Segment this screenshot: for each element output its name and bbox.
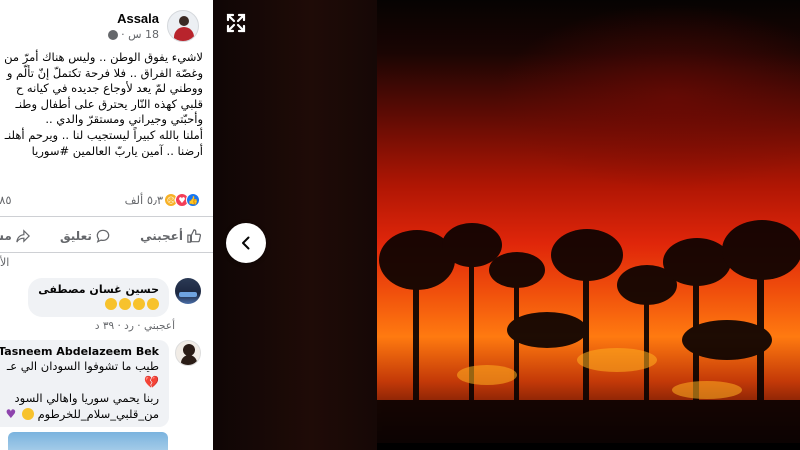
post-line: وغصّة الفراق .. فلا فرحة تكتملّ إنّ تألّ… <box>6 65 203 80</box>
chevron-left-icon <box>242 236 250 250</box>
post-line: قلبي كهذه النّار يحترق على أطفال وطنـ <box>15 96 203 111</box>
author-avatar[interactable] <box>167 10 199 42</box>
comment-bubble: حسين غسان مصطفى <box>28 278 169 317</box>
comment-bubble: Tasneem Abdelazeem Bek طيب ما تشوفوا الس… <box>0 340 169 427</box>
post-time-row: 18 س · <box>108 28 159 41</box>
post-line: أملنا بالله كبيراً ليستجيب لنا .. ويرحم … <box>4 127 203 142</box>
post-line: وأحبّتي وجيراني ومستقرّ والدي .. <box>45 112 203 127</box>
comment-meta[interactable]: أعجبني · رد · ٣٩ د <box>28 320 175 332</box>
reactions-summary: ٤٨٥ تعليـ ٥٫٣ ألف ☹ ♥ 👍 <box>0 191 200 209</box>
post-header: Assala 18 س · <box>108 10 199 42</box>
broken-heart-icon: 💔 <box>144 375 159 389</box>
sad-face-icon <box>105 298 117 310</box>
commenter-name[interactable]: حسين غسان مصطفى <box>38 283 159 296</box>
post-line: لاشيء يفوق الوطن .. وليس هناك أمرّ من <box>4 50 203 64</box>
photo-viewer <box>213 0 800 450</box>
comment-line: طيب ما تشوفوا السودان الي عـ <box>6 359 159 373</box>
post-actions: أعجبني تعليق مشـ <box>0 224 207 248</box>
like-label: أعجبني <box>140 229 183 243</box>
fullscreen-icon[interactable] <box>221 8 251 38</box>
author-meta: Assala 18 س · <box>108 11 159 41</box>
like-button[interactable]: أعجبني <box>134 227 207 245</box>
commenter-name[interactable]: Tasneem Abdelazeem Bek <box>0 345 159 358</box>
sad-face-icon <box>119 298 131 310</box>
comment-label: تعليق <box>59 229 92 243</box>
divider <box>0 252 213 253</box>
sad-face-icon <box>21 408 34 420</box>
comment-emojis <box>38 296 159 312</box>
purple-heart-icon: ♥ <box>5 407 17 421</box>
thumbs-up-icon <box>187 229 201 243</box>
post-text: لاشيء يفوق الوطن .. وليس هناك أمرّ من وغ… <box>0 50 203 159</box>
share-button[interactable]: مشـ <box>0 227 36 245</box>
comment-hashtag[interactable]: من_قلبي_سلام_للخرطوم <box>38 407 159 421</box>
comment-item: حسين غسان مصطفى أعجبني · رد · ٣٩ د <box>28 278 201 332</box>
comment-line: ربنا يحمي سوريا واهالي السود <box>14 391 159 405</box>
tree-silhouettes <box>377 220 800 443</box>
share-icon <box>16 229 30 243</box>
share-label: مشـ <box>0 229 12 243</box>
comment-image[interactable] <box>8 432 168 450</box>
like-reaction-icon: 👍 <box>186 193 200 207</box>
comment-line: 💔 <box>0 374 159 390</box>
comment-filter[interactable]: الأ <box>0 256 9 269</box>
comment-icon <box>96 229 110 243</box>
post-panel: Assala 18 س · لاشيء يفوق الوطن .. وليس ه… <box>0 0 213 450</box>
globe-icon <box>108 29 119 40</box>
author-name[interactable]: Assala <box>108 11 159 26</box>
photo-bottom-edge <box>377 443 800 450</box>
post-line: ووطني لمّ يعد لأوجاع جديده في كيانه ح <box>15 81 203 96</box>
comment-button[interactable]: تعليق <box>54 227 116 245</box>
sad-face-icon <box>147 298 159 310</box>
wildfire-photo <box>377 0 800 443</box>
commenter-avatar[interactable] <box>175 278 201 304</box>
commenter-avatar[interactable] <box>175 340 201 366</box>
post-line: أرضنا .. آمين ياربّ العالمين #سوريا <box>31 143 203 158</box>
reaction-count[interactable]: ٥٫٣ ألف <box>125 193 163 207</box>
sad-face-icon <box>133 298 145 310</box>
comment-item: Tasneem Abdelazeem Bek طيب ما تشوفوا الس… <box>0 340 201 427</box>
previous-photo-button[interactable] <box>226 223 266 263</box>
comment-line: من_قلبي_سلام_للخرطوم ♥ <box>0 406 159 422</box>
post-time[interactable]: 18 س · <box>121 28 159 41</box>
reaction-icons: ☹ ♥ 👍 <box>164 193 200 207</box>
comment-count[interactable]: ٤٨٥ تعليـ <box>0 193 12 207</box>
divider <box>0 216 213 217</box>
reaction-summary[interactable]: ٥٫٣ ألف ☹ ♥ 👍 <box>125 193 200 207</box>
